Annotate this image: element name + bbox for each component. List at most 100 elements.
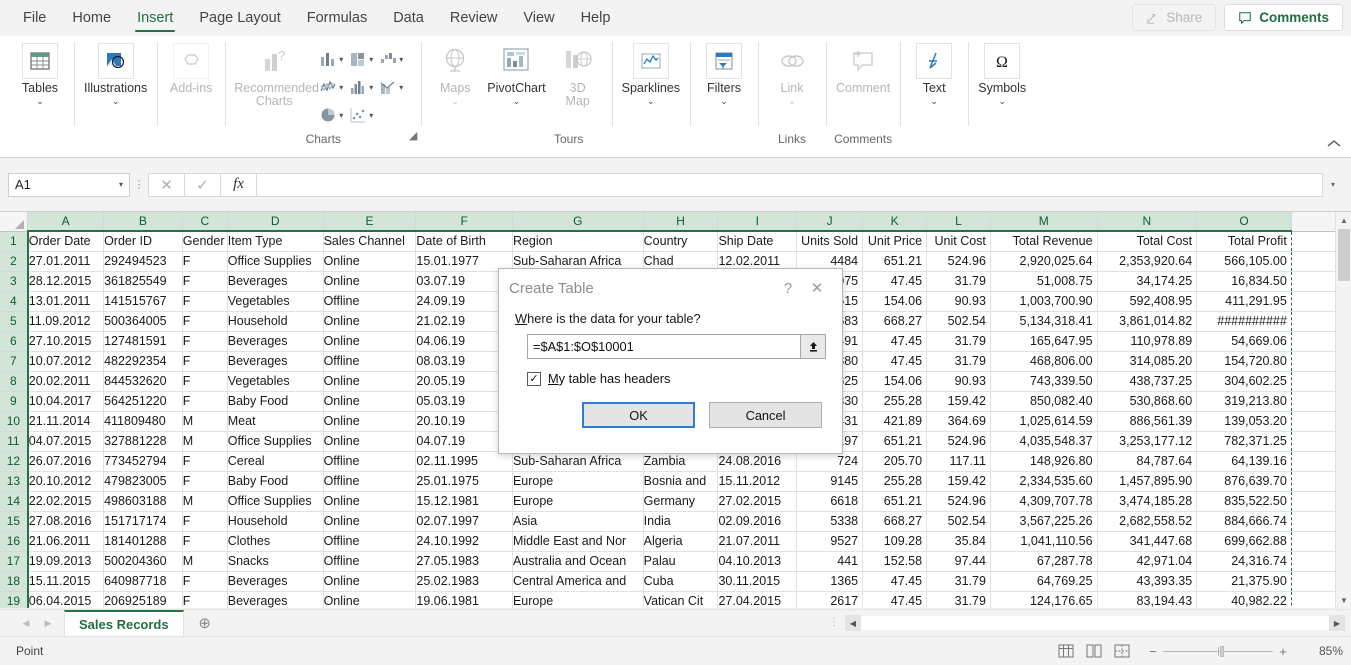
cell-C5[interactable]: F bbox=[182, 311, 227, 331]
column-header-A[interactable]: A bbox=[28, 212, 104, 231]
cell-D12[interactable]: Cereal bbox=[227, 451, 323, 471]
tab-help[interactable]: Help bbox=[568, 0, 624, 36]
cell-K19[interactable]: 47.45 bbox=[863, 591, 927, 608]
tables-button[interactable]: Tables ⌄ bbox=[12, 40, 68, 106]
cell-B18[interactable]: 640987718 bbox=[104, 571, 183, 591]
cell-G1[interactable]: Region bbox=[512, 231, 643, 251]
cell-O6[interactable]: 54,669.06 bbox=[1197, 331, 1292, 351]
cell-L17[interactable]: 97.44 bbox=[927, 551, 991, 571]
cell-F14[interactable]: 15.12.1981 bbox=[416, 491, 513, 511]
cell-E19[interactable]: Online bbox=[323, 591, 416, 608]
hierarchy-chart-chevron-down-icon[interactable]: ▾ bbox=[369, 55, 373, 64]
cell-A18[interactable]: 15.11.2015 bbox=[28, 571, 104, 591]
cell-B6[interactable]: 127481591 bbox=[104, 331, 183, 351]
cell-A1[interactable]: Order Date bbox=[28, 231, 104, 251]
cell-O7[interactable]: 154,720.80 bbox=[1197, 351, 1292, 371]
cell-M13[interactable]: 2,334,535.60 bbox=[990, 471, 1097, 491]
row-header-7[interactable]: 7 bbox=[0, 351, 28, 371]
cell-O5[interactable]: ########## bbox=[1197, 311, 1292, 331]
page-layout-view-button[interactable] bbox=[1083, 642, 1105, 660]
cell-E10[interactable]: Online bbox=[323, 411, 416, 431]
column-header-D[interactable]: D bbox=[227, 212, 323, 231]
tab-page-layout[interactable]: Page Layout bbox=[186, 0, 293, 36]
cell-O14[interactable]: 835,522.50 bbox=[1197, 491, 1292, 511]
tables-chevron-down-icon[interactable]: ⌄ bbox=[36, 96, 44, 106]
cell-C7[interactable]: F bbox=[182, 351, 227, 371]
symbols-chevron-down-icon[interactable]: ⌄ bbox=[998, 96, 1006, 106]
cell-M3[interactable]: 51,008.75 bbox=[990, 271, 1097, 291]
cell-M6[interactable]: 165,647.95 bbox=[990, 331, 1097, 351]
vertical-scroll-thumb[interactable] bbox=[1338, 229, 1350, 281]
cell-F19[interactable]: 19.06.1981 bbox=[416, 591, 513, 608]
cell-N15[interactable]: 2,682,558.52 bbox=[1097, 511, 1197, 531]
zoom-track[interactable] bbox=[1163, 651, 1273, 652]
cell-M9[interactable]: 850,082.40 bbox=[990, 391, 1097, 411]
cell-I12[interactable]: 24.08.2016 bbox=[718, 451, 797, 471]
cell-J1[interactable]: Units Sold bbox=[797, 231, 863, 251]
cell-B10[interactable]: 411809480 bbox=[104, 411, 183, 431]
cell-D1[interactable]: Item Type bbox=[227, 231, 323, 251]
cell-I17[interactable]: 04.10.2013 bbox=[718, 551, 797, 571]
cell-L14[interactable]: 524.96 bbox=[927, 491, 991, 511]
combo-chart-button[interactable]: ▾ bbox=[377, 78, 405, 96]
cell-C6[interactable]: F bbox=[182, 331, 227, 351]
confirm-entry-icon[interactable]: ✓ bbox=[184, 173, 220, 197]
row-header-3[interactable]: 3 bbox=[0, 271, 28, 291]
cell-M14[interactable]: 4,309,707.78 bbox=[990, 491, 1097, 511]
cell-K8[interactable]: 154.06 bbox=[863, 371, 927, 391]
cell-C10[interactable]: M bbox=[182, 411, 227, 431]
cell-I18[interactable]: 30.11.2015 bbox=[718, 571, 797, 591]
row-header-5[interactable]: 5 bbox=[0, 311, 28, 331]
cell-E17[interactable]: Offline bbox=[323, 551, 416, 571]
cell-C1[interactable]: Gender bbox=[182, 231, 227, 251]
cell-L10[interactable]: 364.69 bbox=[927, 411, 991, 431]
cell-B12[interactable]: 773452794 bbox=[104, 451, 183, 471]
cell-K9[interactable]: 255.28 bbox=[863, 391, 927, 411]
cancel-button[interactable]: Cancel bbox=[709, 402, 822, 428]
insert-function-icon[interactable]: fx bbox=[220, 173, 256, 197]
cell-B1[interactable]: Order ID bbox=[104, 231, 183, 251]
waterfall-chart-chevron-down-icon[interactable]: ▾ bbox=[399, 55, 403, 64]
tab-formulas[interactable]: Formulas bbox=[294, 0, 380, 36]
cell-C3[interactable]: F bbox=[182, 271, 227, 291]
column-chart-chevron-down-icon[interactable]: ▾ bbox=[339, 55, 343, 64]
cell-K6[interactable]: 47.45 bbox=[863, 331, 927, 351]
cell-M8[interactable]: 743,339.50 bbox=[990, 371, 1097, 391]
formula-bar-grip[interactable]: ⋮ bbox=[130, 181, 148, 189]
row-header-14[interactable]: 14 bbox=[0, 491, 28, 511]
cell-B2[interactable]: 292494523 bbox=[104, 251, 183, 271]
row-header-16[interactable]: 16 bbox=[0, 531, 28, 551]
cell-L18[interactable]: 31.79 bbox=[927, 571, 991, 591]
cell-C16[interactable]: F bbox=[182, 531, 227, 551]
text-chevron-down-icon[interactable]: ⌄ bbox=[930, 96, 938, 106]
row-header-11[interactable]: 11 bbox=[0, 431, 28, 451]
cell-A4[interactable]: 13.01.2011 bbox=[28, 291, 104, 311]
addins-button[interactable]: Add-ins bbox=[163, 40, 219, 95]
tab-view[interactable]: View bbox=[510, 0, 567, 36]
share-button[interactable]: Share bbox=[1132, 4, 1216, 31]
cell-B7[interactable]: 482292354 bbox=[104, 351, 183, 371]
column-header-G[interactable]: G bbox=[512, 212, 643, 231]
row-header-18[interactable]: 18 bbox=[0, 571, 28, 591]
cell-B3[interactable]: 361825549 bbox=[104, 271, 183, 291]
cell-M12[interactable]: 148,926.80 bbox=[990, 451, 1097, 471]
cell-D7[interactable]: Beverages bbox=[227, 351, 323, 371]
cell-L7[interactable]: 31.79 bbox=[927, 351, 991, 371]
cell-E4[interactable]: Offline bbox=[323, 291, 416, 311]
vertical-scrollbar[interactable]: ▲ ▼ bbox=[1335, 212, 1351, 608]
cell-D5[interactable]: Household bbox=[227, 311, 323, 331]
cell-N18[interactable]: 43,393.35 bbox=[1097, 571, 1197, 591]
cell-M16[interactable]: 1,041,110.56 bbox=[990, 531, 1097, 551]
name-box[interactable]: A1 ▾ bbox=[8, 173, 130, 197]
row-header-4[interactable]: 4 bbox=[0, 291, 28, 311]
cell-M15[interactable]: 3,567,225.26 bbox=[990, 511, 1097, 531]
cell-A16[interactable]: 21.06.2011 bbox=[28, 531, 104, 551]
cell-M7[interactable]: 468,806.00 bbox=[990, 351, 1097, 371]
cell-N7[interactable]: 314,085.20 bbox=[1097, 351, 1197, 371]
cell-B9[interactable]: 564251220 bbox=[104, 391, 183, 411]
cell-E8[interactable]: Online bbox=[323, 371, 416, 391]
cell-D13[interactable]: Baby Food bbox=[227, 471, 323, 491]
cell-N2[interactable]: 2,353,920.64 bbox=[1097, 251, 1197, 271]
cell-A8[interactable]: 20.02.2011 bbox=[28, 371, 104, 391]
recommended-charts-button[interactable]: ? Recommended Charts bbox=[231, 40, 317, 108]
